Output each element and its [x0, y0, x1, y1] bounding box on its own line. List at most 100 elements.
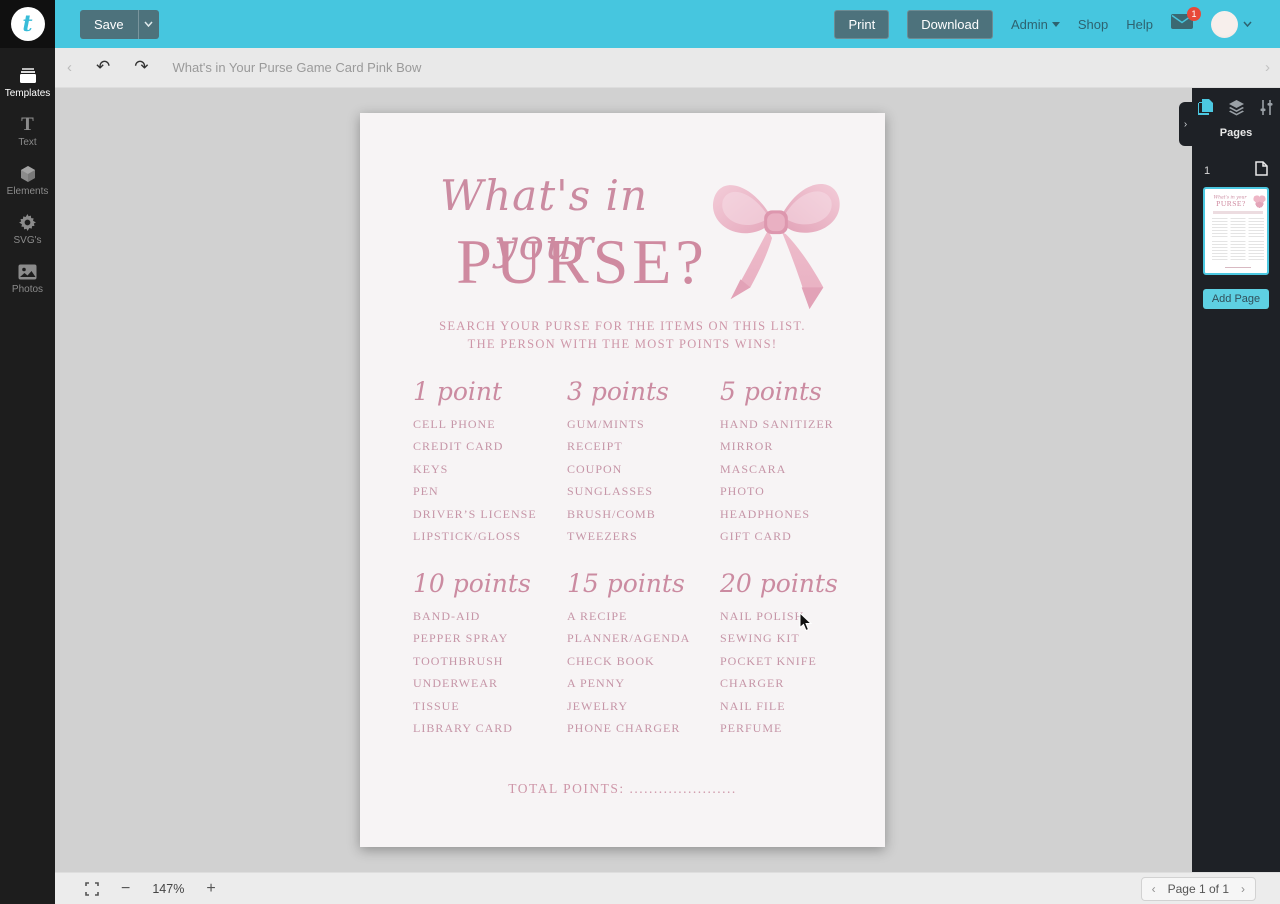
subtitle-line-1: SEARCH YOUR PURSE FOR THE ITEMS ON THIS …	[439, 319, 806, 333]
points-list-item: BRUSH/COMB	[567, 506, 656, 521]
points-list-item: TISSUE	[413, 698, 460, 713]
points-list-item: TOOTHBRUSH	[413, 653, 504, 668]
app-logo[interactable]: t	[0, 0, 55, 48]
page-navigator: ‹ Page 1 of 1 ›	[1140, 876, 1256, 901]
points-group-header: 3 points	[567, 377, 669, 406]
page-row: 1	[1192, 161, 1280, 181]
document-page[interactable]: What's in your PURSE? SEARCH YOUR PURSE …	[360, 113, 885, 847]
points-list-item: A PENNY	[567, 676, 626, 691]
save-split-button: Save	[80, 9, 159, 39]
duplicate-page-icon[interactable]	[1255, 161, 1268, 181]
pages-panel-title: Pages	[1219, 127, 1253, 139]
document-title: What's in Your Purse Game Card Pink Bow	[172, 60, 422, 75]
points-group: 10 points BAND-AID PEPPER SPRAY TOOTHBRUSH U…	[413, 569, 567, 739]
points-list-item: PLANNER/AGENDA	[567, 631, 691, 646]
card-subtitle[interactable]: SEARCH YOUR PURSE FOR THE ITEMS ON THIS …	[360, 317, 885, 353]
admin-label: Admin	[1011, 16, 1048, 32]
save-label: Save	[94, 16, 124, 32]
points-list-item: LIBRARY CARD	[413, 721, 513, 736]
settings-sliders-tab-icon[interactable]	[1258, 99, 1275, 116]
help-link[interactable]: Help	[1126, 17, 1153, 32]
thumb-total-line	[1225, 267, 1251, 268]
editor-canvas[interactable]: What's in your PURSE? SEARCH YOUR PURSE …	[55, 88, 1192, 872]
collapse-panel-tab[interactable]: ›	[1179, 102, 1192, 146]
sidebar-item-photos[interactable]: Photos	[0, 254, 55, 303]
fullscreen-icon[interactable]	[85, 881, 99, 896]
sidebar-item-label: Photos	[11, 283, 44, 295]
points-list-item: PEPPER SPRAY	[413, 631, 509, 646]
zoom-controls: − 147% +	[85, 880, 216, 897]
points-list-item: CREDIT CARD	[413, 439, 504, 454]
points-group: 5 points HAND SANITIZER MIRROR MASCARA PHOTO…	[720, 377, 880, 547]
subtitle-line-2: THE PERSON WITH THE MOST POINTS WINS!	[467, 337, 778, 351]
chevron-down-icon	[1243, 21, 1252, 27]
shop-label: Shop	[1077, 16, 1109, 32]
page-indicator: Page 1 of 1	[1167, 881, 1229, 896]
chevron-down-icon	[1051, 21, 1060, 27]
pink-bow-illustration[interactable]	[707, 161, 845, 319]
mouse-cursor	[799, 612, 813, 632]
text-icon: T	[21, 114, 34, 135]
layers-tab-icon[interactable]	[1228, 99, 1245, 116]
points-group: 20 points NAIL POLISH SEWING KIT POCKET KNI…	[720, 569, 880, 739]
shop-link[interactable]: Shop	[1078, 17, 1108, 32]
back-chevron-icon[interactable]: ‹	[67, 59, 72, 76]
page-thumbnail[interactable]: What's in your PURSE?	[1203, 187, 1269, 275]
points-group-header: 5 points	[720, 377, 822, 406]
points-list-item: CELL PHONE	[413, 417, 496, 431]
page-number: 1	[1204, 165, 1211, 177]
points-list-item: NAIL FILE	[720, 698, 786, 713]
messages-button[interactable]: 1	[1171, 7, 1201, 34]
chevron-right-icon: ›	[1183, 118, 1188, 130]
save-button[interactable]: Save	[80, 10, 138, 39]
topbar-actions: Print Download Admin Shop Help 1	[834, 7, 1252, 39]
card-main-title[interactable]: PURSE?	[436, 225, 728, 299]
add-page-button[interactable]: Add Page	[1203, 289, 1269, 309]
pages-panel: › Pages 1 What's in your PURSE? Add Page	[1179, 88, 1280, 872]
print-button[interactable]: Print	[834, 9, 890, 39]
sidebar-item-svgs[interactable]: SVG's	[0, 205, 55, 254]
chevron-down-icon	[144, 21, 153, 27]
templates-icon	[18, 67, 38, 85]
points-list-item: HAND SANITIZER	[720, 417, 834, 431]
redo-button[interactable]: ↷	[134, 59, 148, 76]
account-menu[interactable]	[1211, 10, 1252, 38]
sidebar-item-elements[interactable]: Elements	[0, 156, 55, 205]
points-group-header: 15 points	[567, 569, 685, 598]
sidebar-item-label: Text	[18, 136, 37, 148]
points-list-item: TWEEZERS	[567, 529, 638, 544]
download-button[interactable]: Download	[907, 9, 994, 39]
thumb-main-title: PURSE?	[1216, 200, 1246, 208]
points-list-item: DRIVER’S LICENSE	[413, 506, 537, 521]
points-group: 1 point CELL PHONE CREDIT CARD KEYS PEN DRIVE…	[413, 377, 567, 547]
forward-chevron-icon[interactable]: ›	[1265, 59, 1270, 76]
points-list-item: MASCARA	[720, 461, 787, 476]
sidebar-nav: Templates T Text Elements SVG's Photos	[0, 48, 55, 303]
points-list-item: CHECK BOOK	[567, 653, 655, 668]
templett-logo-icon: t	[10, 7, 45, 41]
points-list-item: HEADPHONES	[720, 506, 811, 521]
undo-button[interactable]: ↶	[96, 59, 110, 76]
sidebar-item-templates[interactable]: Templates	[0, 58, 55, 107]
admin-menu[interactable]: Admin	[1011, 17, 1060, 32]
points-list-item: GUM/MINTS	[567, 417, 645, 431]
total-points-line[interactable]: TOTAL POINTS: ......................	[360, 781, 885, 797]
points-list-item: BAND-AID	[413, 609, 481, 623]
sidebar-item-label: SVG's	[13, 234, 42, 246]
previous-page-icon[interactable]: ‹	[1152, 882, 1156, 896]
next-page-icon[interactable]: ›	[1241, 882, 1245, 896]
sidebar-item-label: Templates	[4, 87, 51, 99]
pages-tab-icon[interactable]	[1198, 99, 1215, 116]
points-groups-row-1[interactable]: 1 point CELL PHONE CREDIT CARD KEYS PEN DRIVE…	[413, 377, 858, 547]
zoom-in-button[interactable]: +	[206, 880, 215, 897]
points-list-item: RECEIPT	[567, 439, 623, 454]
app-window: t Templates T Text Elements SVG's Photos…	[0, 0, 1280, 904]
save-options-button[interactable]	[137, 9, 159, 39]
elements-icon	[18, 165, 38, 183]
points-groups-row-2[interactable]: 10 points BAND-AID PEPPER SPRAY TOOTHBRUSH U…	[413, 569, 858, 739]
photos-icon	[18, 263, 38, 281]
left-sidebar: t Templates T Text Elements SVG's Photos	[0, 0, 55, 904]
zoom-out-button[interactable]: −	[121, 880, 130, 897]
thumb-list-columns	[1212, 218, 1264, 237]
sidebar-item-text[interactable]: T Text	[0, 107, 55, 156]
